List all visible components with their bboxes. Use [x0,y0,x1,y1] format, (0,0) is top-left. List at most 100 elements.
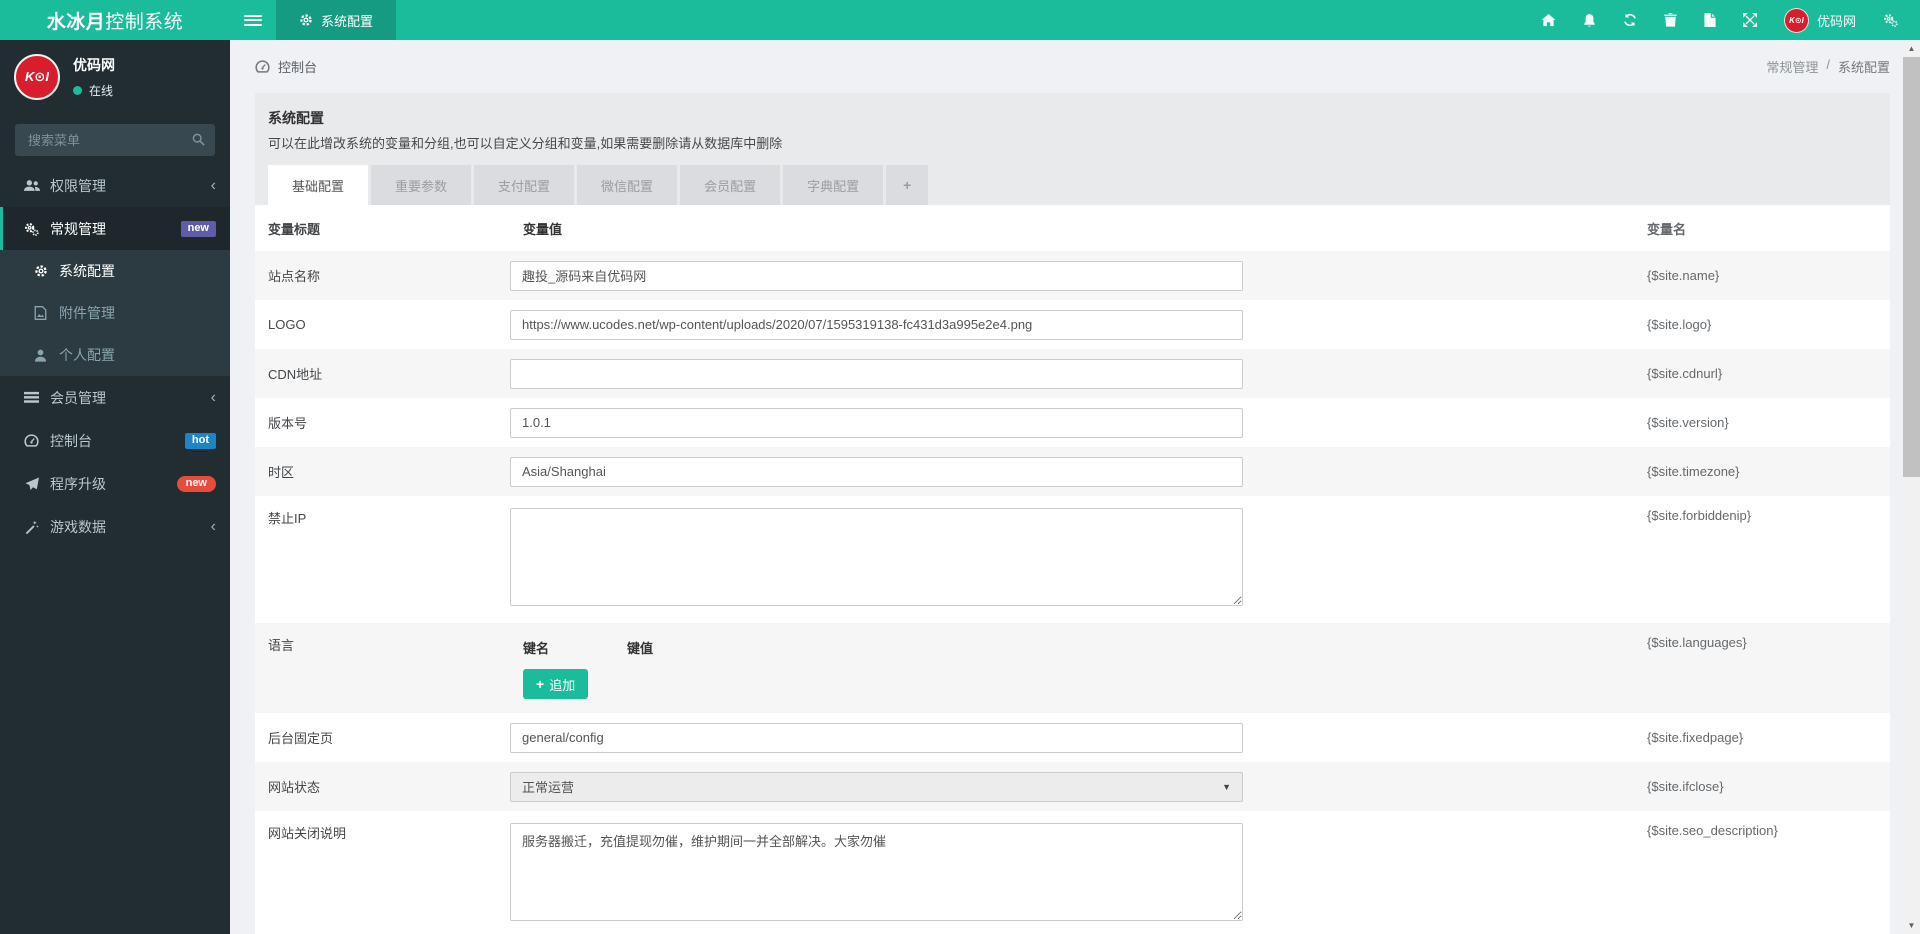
config-text-input[interactable] [510,260,1243,291]
menu-badge: new [176,475,216,492]
sidebar-item-label: 游戏数据 [50,518,106,535]
user-menu[interactable]: K⊙I 优码网 [1783,7,1856,33]
config-tab[interactable]: 重要参数 [371,165,472,205]
brand-rest: 控制系统 [105,11,184,33]
menu-badge: hot [184,432,216,449]
variable-name: {$site.cdnurl} [1647,366,1723,381]
variable-name: {$site.forbiddenip} [1647,508,1752,523]
sidebar-item-label: 系统配置 [59,263,115,279]
config-table: 变量标题 变量值 变量名站点名称 {$site.name} LOGO {$site.log… [255,205,1890,934]
avatar: K⊙I [14,54,60,100]
gear-icon [299,13,313,27]
scroll-up-button[interactable]: ▲ [1903,40,1920,57]
sidebar-item-member[interactable]: 会员管理 ‹ [0,376,230,419]
magic-icon [22,520,41,534]
user-icon [31,349,50,362]
file-icon[interactable] [1704,13,1716,27]
sidebar-item-attachment[interactable]: 附件管理 [0,292,230,334]
key-value-header: 键值 [627,641,654,656]
add-tab-button[interactable]: + [886,165,929,205]
field-label: LOGO [268,317,306,332]
sidebar-item-gamedata[interactable]: 游戏数据 ‹ [0,505,230,548]
fullscreen-icon[interactable] [1742,13,1757,27]
config-tab[interactable]: 字典配置 [783,165,884,205]
config-text-input[interactable] [510,309,1243,340]
scroll-down-button[interactable]: ▼ [1903,917,1920,934]
rocket-icon [22,476,41,491]
home-icon[interactable] [1541,13,1556,27]
breadcrumb-current: 系统配置 [1837,60,1890,75]
config-tab[interactable]: 基础配置 [268,165,369,205]
bell-icon[interactable] [1583,13,1596,28]
cogs-icon[interactable] [1883,13,1898,27]
sidebar-item-upgrade[interactable]: 程序升级 new [0,462,230,505]
config-textarea[interactable] [510,508,1243,606]
vertical-scrollbar[interactable]: ▲ ▼ [1903,40,1920,934]
append-button[interactable]: + 追加 [523,669,589,699]
sidebar-item-label: 程序升级 [50,475,106,492]
users-icon [22,179,41,192]
username: 优码网 [1816,13,1856,29]
section-title: 控制台 [278,60,318,75]
config-row: LOGO {$site.logo} [255,300,1890,349]
sidebar-item-dashboard[interactable]: 控制台 hot [0,419,230,462]
sidebar-item-label: 控制台 [50,432,92,449]
breadcrumb-separator: / [1826,57,1830,72]
sidebar-item-general[interactable]: 常规管理 new [0,207,230,250]
config-row: 语言 键名 键值 + 追加 {$site.languages} [255,623,1890,713]
sidebar-item-profile[interactable]: 个人配置 [0,334,230,376]
config-tab[interactable]: 支付配置 [474,165,575,205]
refresh-icon[interactable] [1623,13,1637,27]
dashboard-icon [255,60,270,73]
config-row: 禁止IP {$site.forbiddenip} [255,496,1890,623]
brand-logo[interactable]: 水冰月 控制系统 [0,0,230,40]
online-dot-icon [73,86,82,95]
online-status: 在线 [73,82,115,99]
field-label: 后台固定页 [268,731,334,746]
field-label: 时区 [268,465,295,480]
config-row: 网站关闭说明 服务器搬迁，充值提现勿催，维护期间一并全部解决。大家勿催 {$site… [255,811,1890,934]
config-tab[interactable]: 微信配置 [577,165,678,205]
chevron-left-icon: ‹ [210,176,216,194]
field-label: 版本号 [268,416,308,431]
search-icon[interactable] [192,133,205,146]
breadcrumb-parent[interactable]: 常规管理 [1766,57,1818,76]
trash-icon[interactable] [1664,13,1677,27]
kv-headers: 键名 键值 [510,638,1635,657]
variable-name: {$site.fixedpage} [1647,730,1744,745]
variable-name: {$site.languages} [1647,635,1747,650]
config-text-input[interactable] [510,456,1243,487]
field-label: CDN地址 [268,367,323,382]
menu-search-input[interactable] [15,124,215,156]
sidebar-item-label: 会员管理 [50,389,106,406]
caret-down-icon: ▼ [1222,781,1231,792]
config-text-input[interactable] [510,407,1243,438]
table-header-row: 变量标题 变量值 变量名 [255,205,1890,251]
column-header: 变量值 [523,221,563,237]
sidebar-item-auth[interactable]: 权限管理 ‹ [0,164,230,207]
content-header: 控制台 常规管理 / 系统配置 [230,40,1903,93]
config-row: 站点名称 {$site.name} [255,251,1890,300]
avatar: K⊙I [1783,7,1809,33]
menu-toggle-button[interactable] [230,0,276,40]
variable-name: {$site.ifclose} [1647,779,1724,794]
sidebar-item-system-config[interactable]: 系统配置 [0,250,230,292]
status-select[interactable]: 正常运营 ▼ [510,771,1243,802]
config-text-input[interactable] [510,722,1243,753]
config-textarea[interactable]: 服务器搬迁，充值提现勿催，维护期间一并全部解决。大家勿催 [510,823,1243,921]
variable-name: {$site.version} [1647,415,1729,430]
dashboard-icon [22,434,41,447]
field-label: 禁止IP [268,511,307,526]
top-navbar: 水冰月 控制系统 系统配置 K⊙I 优码网 [0,0,1920,40]
user-panel: K⊙I 优码网 在线 [0,40,230,112]
config-text-input[interactable] [510,358,1243,389]
config-row: 版本号 {$site.version} [255,398,1890,447]
navbar-actions: K⊙I 优码网 [1541,0,1920,40]
tab-system-config[interactable]: 系统配置 [276,0,397,40]
sidebar-user-name: 优码网 [73,57,115,73]
config-tab[interactable]: 会员配置 [680,165,781,205]
list-icon [22,391,41,404]
sidebar-item-label: 个人配置 [59,347,115,363]
config-row: 后台固定页 {$site.fixedpage} [255,713,1890,762]
scrollbar-thumb[interactable] [1903,57,1920,477]
